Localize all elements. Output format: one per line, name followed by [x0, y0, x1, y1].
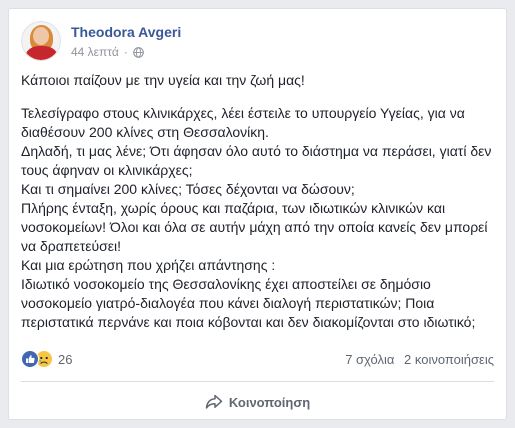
avatar[interactable] [21, 21, 61, 61]
share-icon [205, 394, 223, 409]
text-line: νοσοκομείο γιατρό-διαλογέα που κάνει δια… [21, 295, 435, 311]
post-card: Theodora Avgeri 44 λεπτά · Κάποιοι παίζο… [8, 8, 507, 420]
text-line: περιστατικά περνάνε και ποια κόβονται κα… [21, 314, 476, 330]
time-separator: · [123, 45, 128, 59]
post-paragraph-2: Τελεσίγραφο στους κλινικάρχες, λέει έστε… [21, 104, 499, 332]
comments-count-link[interactable]: 7 σχόλια [345, 352, 394, 367]
reactions-summary[interactable]: 26 [21, 350, 72, 368]
text-line: νοσοκομείων! Όλοι και όλα σε αυτήν μάχη … [21, 219, 488, 235]
post-paragraph-1: Κάποιοι παίζουν με την υγεία και την ζωή… [21, 71, 499, 90]
text-line: να δραπετεύσει! [21, 238, 122, 254]
post-meta: Theodora Avgeri 44 λεπτά · [71, 23, 181, 60]
text-line: Και τι σημαίνει 200 κλίνες; Τόσες δέχοντ… [21, 181, 355, 197]
post-body: Κάποιοι παίζουν με την υγεία και την ζωή… [21, 71, 499, 332]
actions-divider [21, 381, 494, 382]
text-line: Κάποιοι παίζουν με την υγεία και την ζωή… [21, 72, 305, 88]
engagement-counts: 7 σχόλια 2 κοινοποιήσεις [339, 352, 494, 367]
post-stats: 26 7 σχόλια 2 κοινοποιήσεις [21, 349, 494, 369]
text-line: Δηλαδή, τι μας λένε; Ότι άφησαν όλο αυτό… [21, 143, 492, 159]
text-line: Πλήρης ένταξη, χωρίς όρους και παζάρια, … [21, 200, 446, 216]
post-timestamp[interactable]: 44 λεπτά [71, 44, 119, 60]
shares-count-link[interactable]: 2 κοινοποιήσεις [404, 352, 494, 367]
post-actions: Κοινοποίηση [21, 387, 494, 417]
like-icon [21, 350, 39, 368]
text-line: Ιδιωτικό νοσοκομείο της Θεσσαλονίκης έχε… [21, 276, 431, 292]
text-line: τους άφηναν οι κλινικάρχες; [21, 162, 193, 178]
share-button[interactable]: Κοινοποίηση [197, 390, 318, 414]
text-line: διαθέσουν 200 κλίνες στη Θεσσαλονίκη. [21, 124, 269, 140]
time-row: 44 λεπτά · [71, 44, 181, 60]
globe-icon[interactable] [133, 46, 144, 58]
avatar-face [33, 27, 49, 45]
avatar-body [26, 46, 57, 60]
share-label: Κοινοποίηση [228, 394, 311, 410]
author-name[interactable]: Theodora Avgeri [71, 23, 181, 41]
text-line: Και μια ερώτηση που χρήζει απάντησης : [21, 257, 276, 273]
reaction-count: 26 [58, 351, 73, 367]
post-header: Theodora Avgeri 44 λεπτά · [21, 21, 181, 61]
text-line: Τελεσίγραφο στους κλινικάρχες, λέει έστε… [21, 105, 465, 121]
